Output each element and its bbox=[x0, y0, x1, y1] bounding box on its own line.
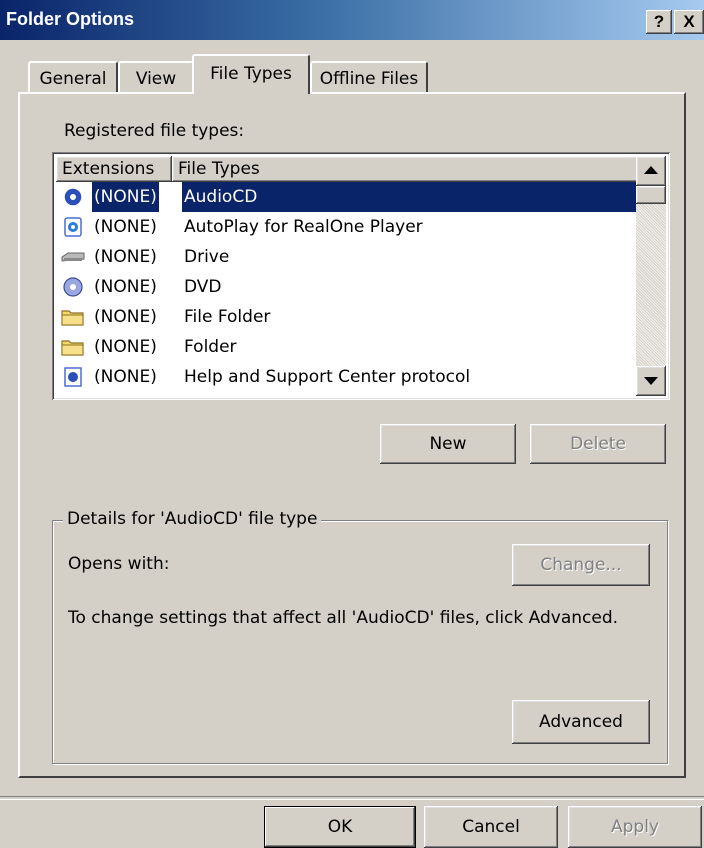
registered-file-types-label: Registered file types: bbox=[64, 121, 245, 141]
extension-cell: (NONE) bbox=[94, 337, 157, 357]
tab-file-types[interactable]: File Types bbox=[192, 54, 310, 94]
extension-cell: (NONE) bbox=[92, 182, 159, 212]
file-type-cell: Folder bbox=[184, 337, 237, 357]
help-button[interactable]: ? bbox=[646, 10, 672, 34]
list-item[interactable]: (NONE) AudioCD bbox=[56, 182, 636, 212]
list-rows: (NONE) AudioCD (NONE) AutoPlay for RealO… bbox=[56, 182, 636, 396]
column-header-extensions[interactable]: Extensions bbox=[56, 156, 172, 182]
list-item[interactable]: (NONE) AutoPlay for RealOne Player bbox=[56, 212, 636, 242]
arrow-up-icon bbox=[644, 166, 658, 174]
extension-cell: (NONE) bbox=[94, 307, 157, 327]
ok-button[interactable]: OK bbox=[264, 806, 416, 848]
change-button[interactable]: Change... bbox=[512, 544, 650, 586]
tab-offline-files[interactable]: Offline Files bbox=[310, 61, 428, 93]
list-scrollbar[interactable] bbox=[636, 156, 666, 396]
list-item[interactable]: (NONE) Folder bbox=[56, 332, 636, 362]
window-title: Folder Options bbox=[6, 9, 134, 29]
tab-general[interactable]: General bbox=[28, 61, 118, 93]
list-item[interactable]: (NONE) DVD bbox=[56, 272, 636, 302]
scroll-up-button[interactable] bbox=[636, 156, 666, 186]
file-type-cell: File Folder bbox=[184, 307, 271, 327]
file-type-cell: Help and Support Center protocol bbox=[184, 367, 471, 387]
opens-with-label: Opens with: bbox=[68, 554, 170, 574]
cancel-button[interactable]: Cancel bbox=[424, 806, 558, 848]
bottom-separator bbox=[0, 796, 704, 800]
scroll-down-button[interactable] bbox=[636, 366, 666, 396]
tab-view[interactable]: View bbox=[118, 61, 194, 93]
list-item[interactable]: (NONE) Drive bbox=[56, 242, 636, 272]
arrow-down-icon bbox=[644, 377, 658, 385]
extension-cell: (NONE) bbox=[94, 277, 157, 297]
list-item[interactable]: (NONE) File Folder bbox=[56, 302, 636, 332]
details-group-title: Details for 'AudioCD' file type bbox=[63, 509, 322, 529]
file-type-cell: DVD bbox=[184, 277, 222, 297]
apply-button[interactable]: Apply bbox=[568, 806, 702, 848]
help-protocol-icon bbox=[64, 367, 82, 387]
column-header-file-types[interactable]: File Types bbox=[172, 156, 640, 182]
scroll-thumb[interactable] bbox=[636, 186, 666, 204]
new-button[interactable]: New bbox=[380, 424, 516, 464]
delete-button[interactable]: Delete bbox=[530, 424, 666, 464]
drive-icon bbox=[61, 252, 85, 262]
dvd-icon bbox=[63, 277, 83, 297]
file-types-list[interactable]: Extensions File Types (NONE) AudioCD (NO… bbox=[52, 152, 670, 400]
title-bar[interactable]: Folder Options ? X bbox=[0, 0, 704, 40]
realone-icon bbox=[64, 217, 82, 237]
list-item[interactable]: (NONE) Help and Support Center protocol bbox=[56, 362, 636, 392]
file-type-cell: Drive bbox=[184, 247, 230, 267]
folder-icon bbox=[61, 340, 84, 356]
details-info-text: To change settings that affect all 'Audi… bbox=[68, 608, 619, 628]
extension-cell: (NONE) bbox=[94, 247, 157, 267]
file-type-cell: AudioCD bbox=[182, 182, 636, 212]
close-button[interactable]: X bbox=[674, 10, 704, 34]
extension-cell: (NONE) bbox=[94, 217, 157, 237]
folder-icon bbox=[61, 310, 84, 326]
audio-cd-icon bbox=[63, 187, 83, 207]
file-type-cell: AutoPlay for RealOne Player bbox=[184, 217, 423, 237]
extension-cell: (NONE) bbox=[94, 367, 157, 387]
advanced-button[interactable]: Advanced bbox=[512, 700, 650, 744]
